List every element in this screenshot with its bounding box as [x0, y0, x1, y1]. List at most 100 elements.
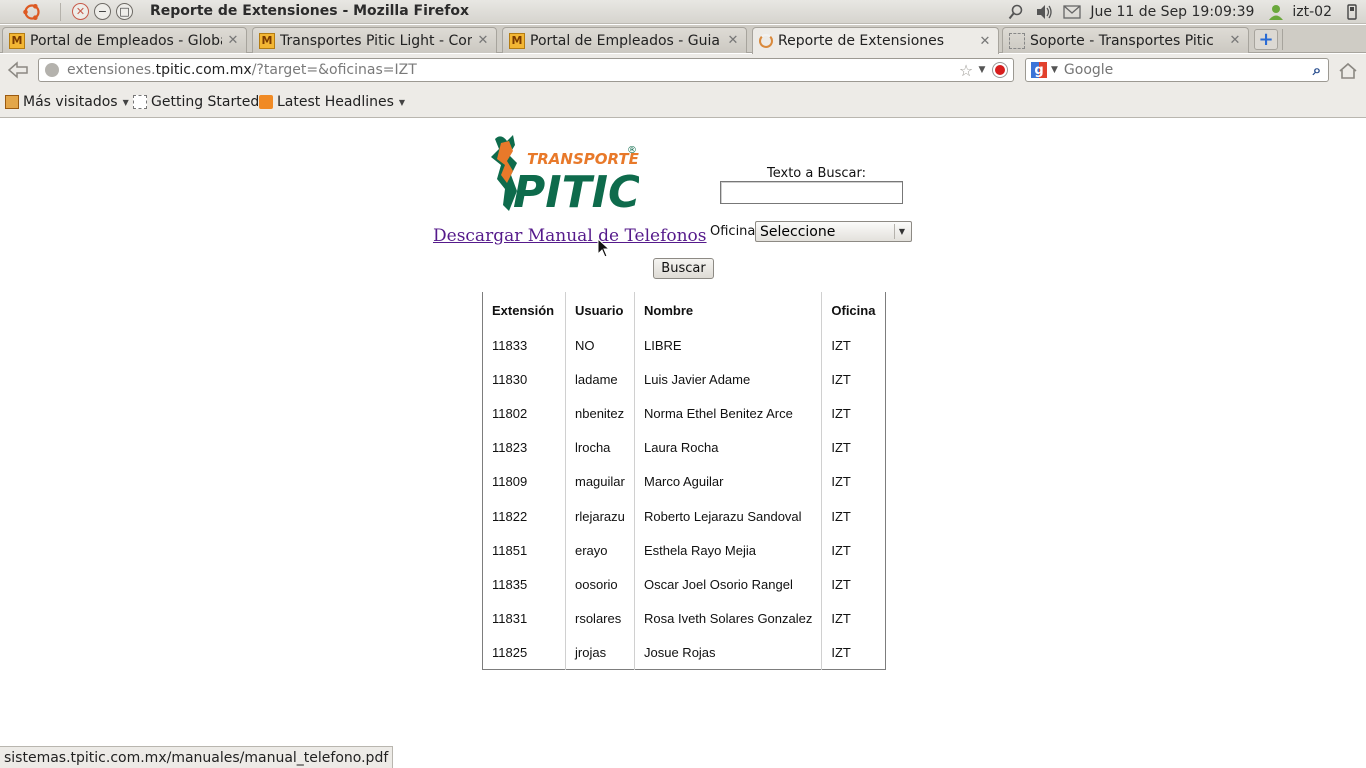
close-tab-icon[interactable]: ✕ — [226, 33, 240, 48]
bookmarks-toolbar: Más visitados ▼ Getting Started Latest H… — [0, 86, 1366, 118]
usuario-cell: nbenitez — [565, 396, 635, 431]
close-window-button[interactable]: ✕ — [72, 3, 89, 20]
usuario-cell: maguilar — [565, 464, 635, 499]
window-title: Reporte de Extensiones - Mozilla Firefox — [150, 3, 470, 19]
m-favicon-icon: M — [509, 32, 525, 49]
column-header: Oficina — [831, 302, 876, 318]
status-link-text: sistemas.tpitic.com.mx/manuales/manual_t… — [4, 749, 389, 766]
bookmark-label: Getting Started — [151, 94, 260, 110]
ubuntu-logo-icon[interactable] — [22, 2, 42, 22]
page-content: TRANSPORTES PITIC ® Descargar Manual de … — [0, 119, 1366, 745]
tab-reporte-extensiones[interactable]: Reporte de Extensiones ✕ — [752, 27, 999, 54]
tab-portal-empleados-guia[interactable]: M Portal de Empleados - Guia po... ✕ — [502, 27, 747, 53]
tab-label: Transportes Pitic Light - Contr... — [280, 32, 472, 49]
search-text-input[interactable] — [720, 181, 903, 204]
extension-cell: 11835 — [482, 567, 566, 602]
url-bar[interactable]: extensiones.tpitic.com.mx/?target=&ofici… — [38, 58, 1014, 82]
close-tab-icon[interactable]: ✕ — [1228, 33, 1242, 48]
search-bar[interactable]: g ▼ ⌕ — [1025, 58, 1329, 82]
tab-soporte-transportes[interactable]: Soporte - Transportes Pitic ✕ — [1002, 27, 1249, 53]
nombre-cell: LIBRE — [634, 328, 823, 363]
network-icon[interactable] — [1005, 2, 1027, 22]
oficina-cell: IZT — [831, 645, 851, 661]
m-favicon-icon: M — [9, 32, 25, 49]
user-icon[interactable] — [1265, 2, 1287, 22]
extension-cell: 11830 — [482, 362, 566, 397]
close-tab-icon[interactable]: ✕ — [726, 33, 740, 48]
clock[interactable]: Jue 11 de Sep 19:09:39 — [1090, 4, 1254, 20]
maximize-window-button[interactable]: □ — [116, 3, 133, 20]
status-bar: sistemas.tpitic.com.mx/manuales/manual_t… — [0, 746, 394, 768]
search-text-label: Texto a Buscar: — [767, 166, 867, 181]
oficina-cell: IZT — [831, 337, 851, 353]
search-engine-dropdown-icon[interactable]: ▼ — [1051, 65, 1058, 75]
table-header-row: Extensión Usuario Nombre Oficina — [482, 292, 886, 328]
bookmark-mas-visitados[interactable]: Más visitados ▼ — [5, 94, 129, 110]
oficina-cell: IZT — [831, 611, 851, 627]
mouse-pointer-icon — [597, 238, 611, 258]
minimize-window-button[interactable]: − — [94, 3, 111, 20]
oficina-label: Oficina — [710, 224, 756, 239]
column-header: Usuario — [565, 292, 635, 328]
table-row: 11825 jrojas Josue Rojas IZT — [482, 635, 886, 670]
url-text[interactable]: extensiones.tpitic.com.mx/?target=&ofici… — [67, 62, 957, 78]
oficina-cell: IZT — [831, 474, 851, 490]
bookmark-getting-started[interactable]: Getting Started — [133, 94, 259, 110]
table-row: 11833 NO LIBRE IZT — [482, 328, 886, 363]
tab-label: Portal de Empleados - Global ... — [30, 32, 222, 49]
new-tab-button[interactable]: + — [1254, 29, 1278, 50]
back-button[interactable] — [4, 59, 32, 81]
transportes-pitic-logo: TRANSPORTES PITIC ® — [491, 135, 639, 215]
bookmark-latest-headlines[interactable]: Latest Headlines ▼ — [259, 94, 405, 110]
stop-loading-icon[interactable] — [993, 63, 1007, 77]
column-header: Nombre — [634, 292, 823, 328]
system-tray: Jue 11 de Sep 19:09:39 izt-02 — [1002, 0, 1366, 24]
extension-cell: 11825 — [482, 635, 566, 670]
tab-transportes-pitic-light[interactable]: M Transportes Pitic Light - Contr... ✕ — [252, 27, 497, 53]
oficina-select[interactable]: Seleccione ▼ — [755, 221, 912, 242]
nombre-cell: Josue Rojas — [634, 635, 823, 670]
extension-cell: 11851 — [482, 533, 566, 568]
url-history-dropdown-icon[interactable]: ▼ — [975, 65, 989, 75]
bookmark-label: Latest Headlines — [277, 94, 394, 110]
nombre-cell: Roberto Lejarazu Sandoval — [634, 498, 823, 534]
buscar-button[interactable]: Buscar — [653, 258, 714, 279]
mail-icon[interactable] — [1061, 2, 1083, 22]
oficina-cell: IZT — [831, 542, 851, 558]
oficina-cell: IZT — [831, 371, 851, 387]
tab-label: Reporte de Extensiones — [778, 33, 945, 49]
nombre-cell: Oscar Joel Osorio Rangel — [634, 567, 823, 602]
user-name[interactable]: izt-02 — [1292, 4, 1332, 20]
extension-cell: 11833 — [482, 328, 566, 363]
rss-icon — [259, 95, 273, 109]
usuario-cell: erayo — [565, 533, 635, 568]
tab-portal-empleados-global[interactable]: M Portal de Empleados - Global ... ✕ — [2, 27, 247, 53]
google-engine-icon[interactable]: g — [1031, 62, 1047, 78]
close-tab-icon[interactable]: ✕ — [476, 33, 490, 48]
volume-icon[interactable] — [1033, 2, 1055, 22]
usuario-cell: ladame — [565, 362, 635, 397]
nombre-cell: Luis Javier Adame — [634, 362, 823, 397]
site-identity-icon[interactable] — [45, 63, 59, 77]
close-tab-icon[interactable]: ✕ — [978, 34, 992, 49]
power-icon[interactable] — [1341, 2, 1363, 22]
logo-big-text: PITIC — [513, 167, 639, 215]
download-manual-link[interactable]: Descargar Manual de Telefonos — [433, 226, 707, 246]
table-row: 11809 maguilar Marco Aguilar IZT — [482, 464, 886, 499]
usuario-cell: jrojas — [565, 635, 635, 670]
bookmark-label: Más visitados — [23, 94, 118, 110]
bookmark-star-icon[interactable]: ☆ — [957, 61, 975, 80]
home-button[interactable] — [1336, 60, 1360, 82]
search-engine-input[interactable] — [1063, 62, 1306, 78]
extension-cell: 11823 — [482, 430, 566, 465]
usuario-cell: rsolares — [565, 601, 635, 636]
page-icon — [133, 95, 147, 109]
chevron-down-icon: ▼ — [398, 97, 406, 107]
table-row: 11835 oosorio Oscar Joel Osorio Rangel IZT — [482, 567, 886, 602]
oficina-cell: IZT — [831, 405, 851, 421]
oficina-cell: IZT — [831, 508, 851, 524]
table-row: 11831 rsolares Rosa Iveth Solares Gonzalez… — [482, 601, 886, 636]
loading-icon — [759, 34, 773, 48]
back-arrow-icon — [7, 61, 28, 79]
search-magnifier-icon[interactable]: ⌕ — [1306, 61, 1328, 79]
